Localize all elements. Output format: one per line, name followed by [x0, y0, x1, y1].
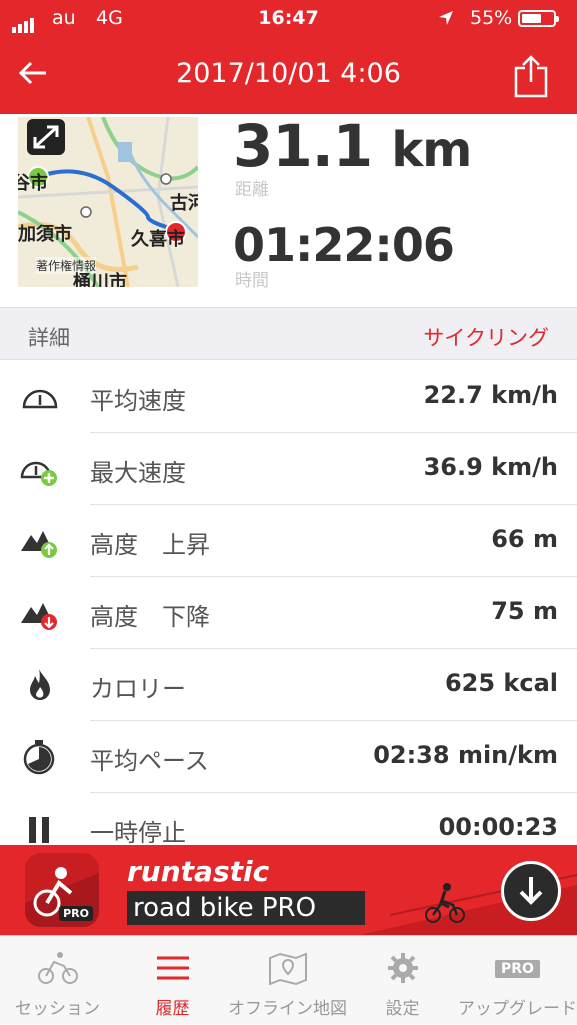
expand-icon[interactable]: [27, 119, 65, 155]
page-title: 2017/10/01 4:06: [176, 58, 401, 89]
pro-icon: PRO: [460, 950, 575, 986]
tab-label: アップグレード: [458, 999, 577, 1019]
status-bar: au 4G 16:47 55%: [0, 0, 577, 38]
elevation-loss-icon: [19, 595, 61, 631]
detail-row-calories: カロリー 625 kcal: [0, 649, 577, 721]
share-icon[interactable]: [513, 54, 549, 102]
detail-label: 高度 下降: [90, 603, 210, 631]
download-icon[interactable]: [501, 861, 561, 921]
tab-history[interactable]: 履歴: [115, 936, 230, 1025]
pause-icon: [19, 811, 61, 847]
duration-label: 時間: [235, 271, 269, 291]
distance-number: 31.1: [233, 112, 373, 180]
detail-value: 66 m: [491, 525, 558, 553]
gear-icon: [345, 950, 460, 986]
section-title: 詳細: [28, 326, 70, 350]
map-label: 古河: [170, 193, 198, 214]
tab-offline-map[interactable]: オフライン地図: [228, 936, 347, 1025]
flame-icon: [19, 667, 61, 703]
detail-value: 36.9 km/h: [423, 453, 558, 481]
detail-label: 平均ペース: [90, 747, 209, 775]
detail-row-elevation-gain: 高度 上昇 66 m: [0, 505, 577, 577]
pro-badge: PRO: [495, 960, 540, 978]
list-icon: [115, 950, 230, 986]
detail-label: カロリー: [90, 675, 186, 703]
battery-percent: 55%: [470, 7, 513, 29]
detail-row-avg-pace: 平均ペース 02:38 min/km: [0, 721, 577, 793]
details-section-header: 詳細 サイクリング: [0, 307, 577, 360]
map-label: 久喜市: [131, 229, 185, 250]
detail-row-elevation-loss: 高度 下降 75 m: [0, 577, 577, 649]
map-label: 加須市: [18, 224, 72, 245]
max-speed-icon: [19, 451, 61, 487]
duration-value: 01:22:06: [233, 218, 455, 272]
detail-value: 625 kcal: [444, 669, 558, 697]
detail-label: 最大速度: [90, 459, 186, 487]
battery-icon: [518, 10, 559, 27]
detail-label: 一時停止: [90, 819, 186, 847]
brand-logo: runtastic: [127, 855, 270, 888]
app-icon: PRO: [25, 853, 99, 927]
cyclist-illustration: [425, 881, 465, 927]
product-name: road bike PRO: [127, 891, 365, 925]
elevation-gain-icon: [19, 523, 61, 559]
distance-label: 距離: [235, 180, 269, 200]
detail-value: 75 m: [491, 597, 558, 625]
route-map-thumbnail[interactable]: 谷市 古河 加須市 久喜市 著作権情報 桶川市: [18, 117, 198, 287]
tab-settings[interactable]: 設定: [345, 936, 460, 1025]
tab-bar: セッション 履歴 オフライン地図 設定 PRO アップグレード: [0, 935, 577, 1024]
location-arrow-icon: [438, 9, 454, 31]
speedometer-icon: [19, 379, 61, 415]
detail-row-avg-speed: 平均速度 22.7 km/h: [0, 361, 577, 433]
detail-row-max-speed: 最大速度 36.9 km/h: [0, 433, 577, 505]
map-icon: [230, 950, 345, 986]
nav-bar: 2017/10/01 4:06: [0, 38, 577, 114]
distance-unit: km: [391, 122, 472, 178]
activity-type[interactable]: サイクリング: [423, 322, 549, 352]
detail-value: 00:00:23: [438, 813, 558, 841]
detail-value: 02:38 min/km: [373, 741, 558, 769]
stopwatch-icon: [19, 739, 61, 775]
distance-value: 31.1 km: [233, 112, 472, 180]
detail-label: 平均速度: [90, 387, 186, 415]
cycling-icon: [0, 950, 115, 986]
tab-session[interactable]: セッション: [0, 936, 115, 1025]
map-label: 谷市: [18, 173, 48, 194]
detail-value: 22.7 km/h: [423, 381, 558, 409]
map-label: 桶川市: [73, 272, 127, 287]
detail-label: 高度 上昇: [90, 531, 210, 559]
pro-badge: PRO: [59, 906, 93, 921]
promo-banner[interactable]: PRO runtastic road bike PRO: [0, 845, 577, 935]
tab-upgrade[interactable]: PRO アップグレード: [458, 936, 577, 1025]
